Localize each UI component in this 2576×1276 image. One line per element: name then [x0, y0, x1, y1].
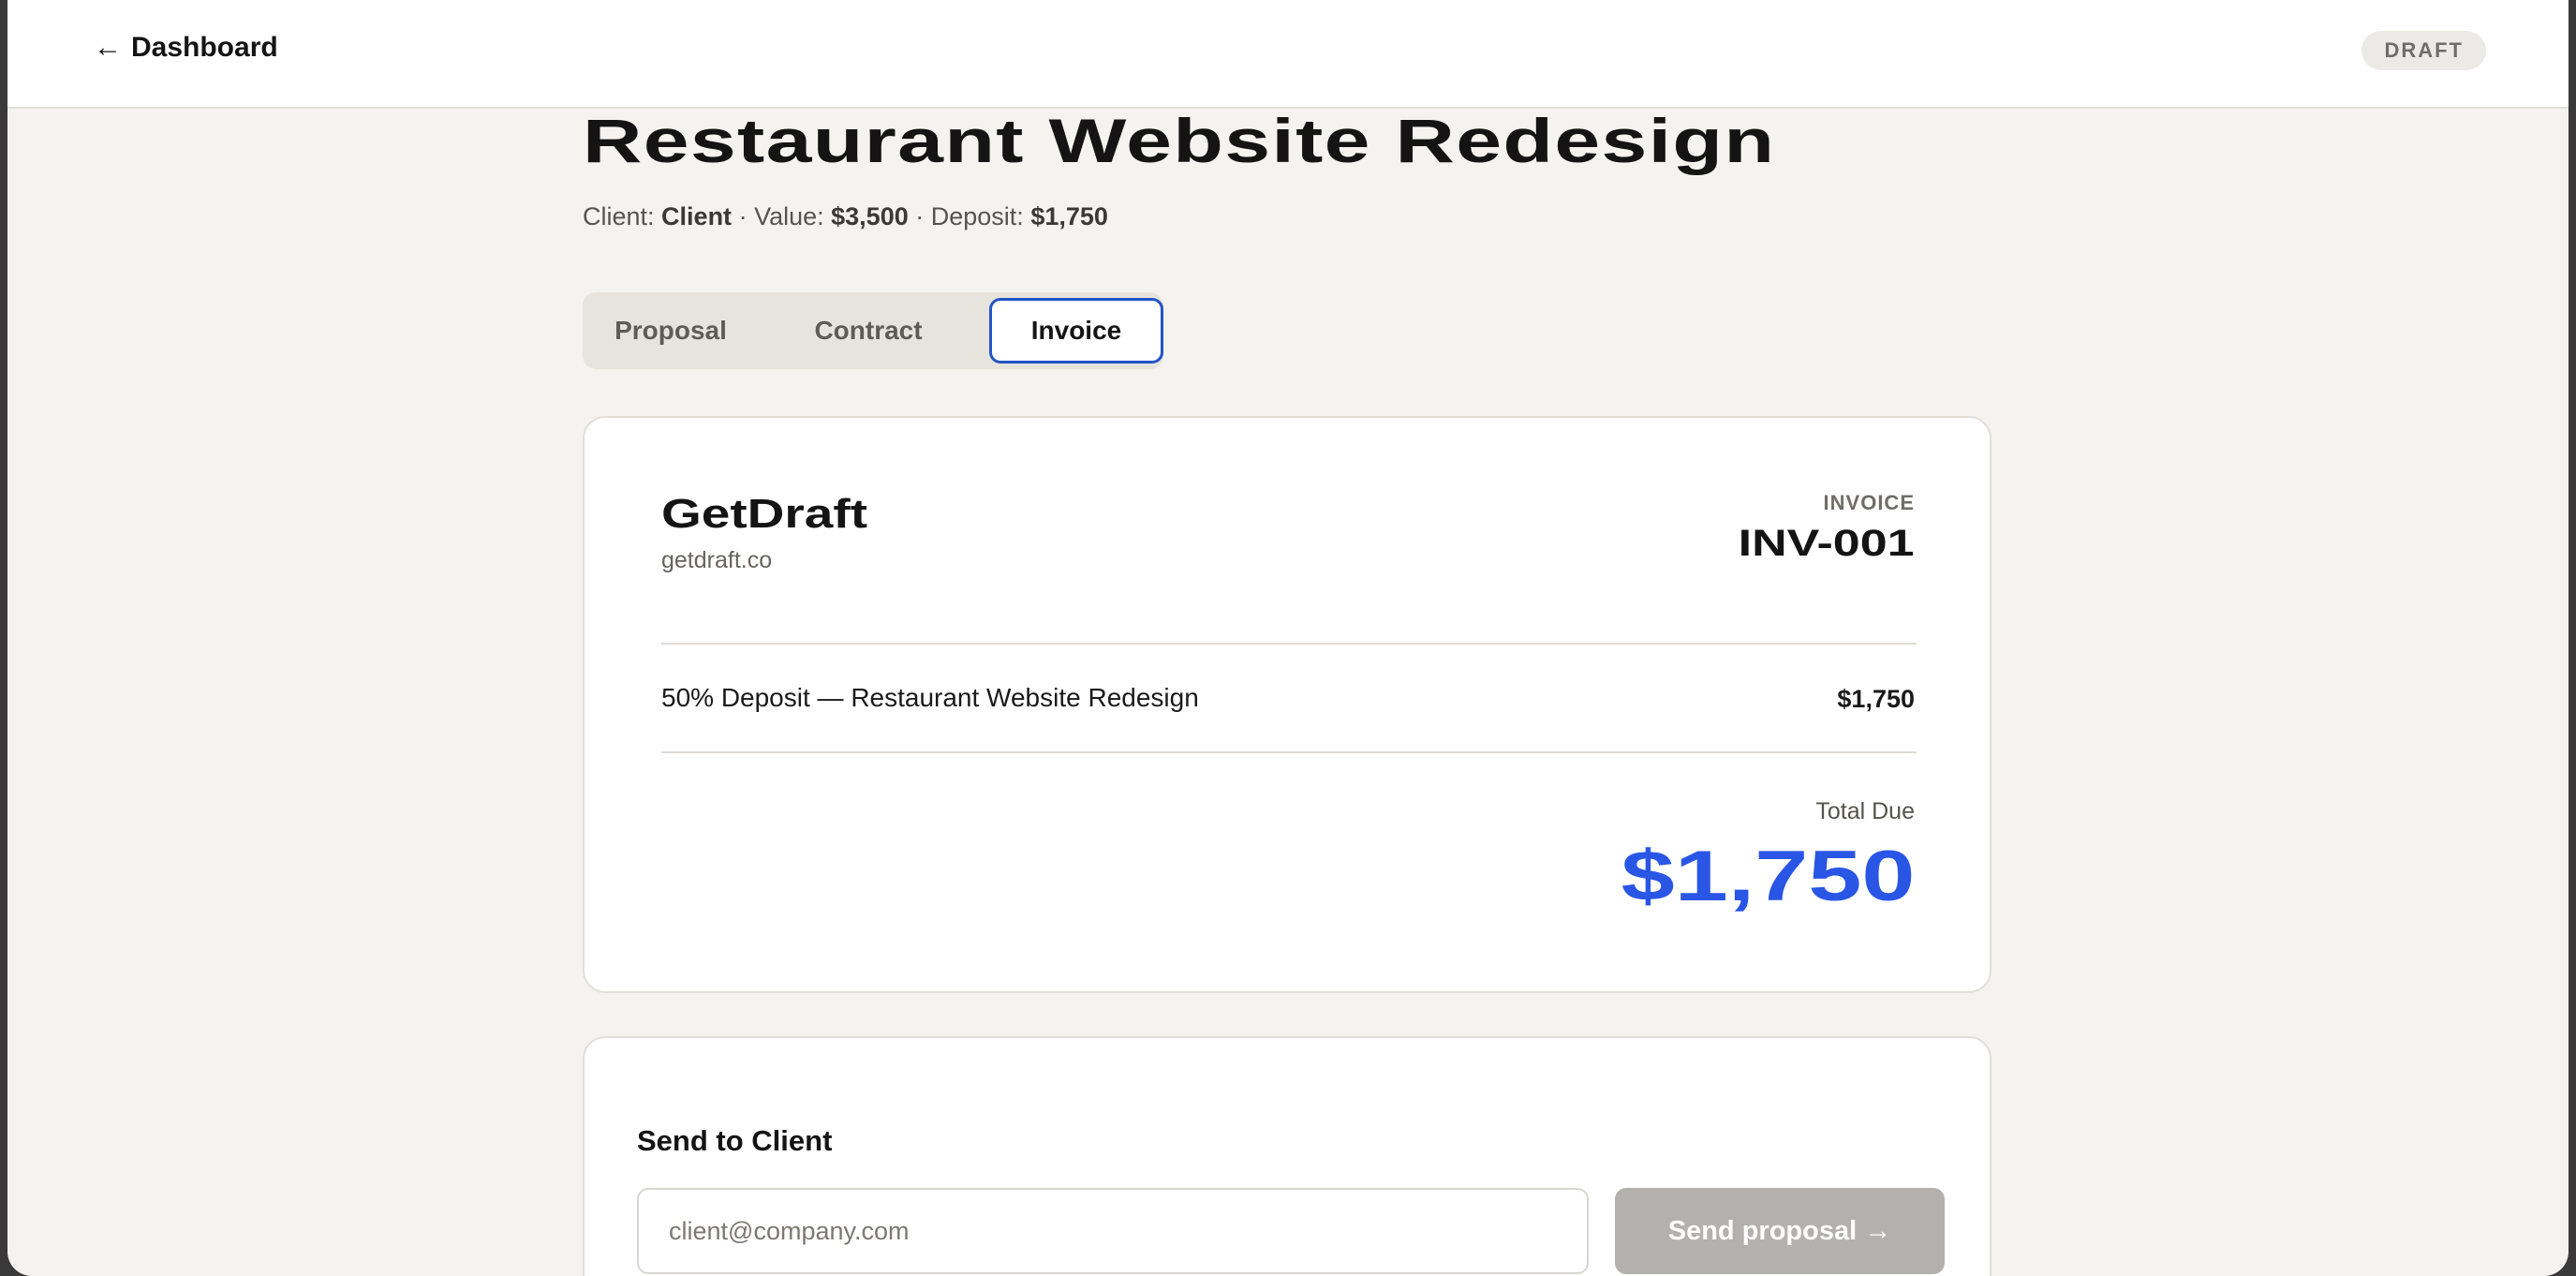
- client-label: Client:: [583, 202, 655, 230]
- project-deposit: $1,750: [1030, 202, 1108, 230]
- document-tabs: Proposal Contract Invoice: [583, 292, 1163, 369]
- status-badge: DRAFT: [2361, 31, 2486, 70]
- invoice-number: INV-001: [1739, 523, 1915, 564]
- invoice-label: INVOICE: [1823, 491, 1915, 514]
- brand-name: GetDraft: [661, 491, 868, 537]
- tab-contract[interactable]: Contract: [798, 300, 939, 362]
- send-to-client-card: Send to Client Send proposal →: [583, 1036, 1991, 1276]
- invoice-preview-card: GetDraft getdraft.co INVOICE INV-001 50%…: [583, 416, 1991, 993]
- back-to-dashboard-link[interactable]: ← Dashboard: [94, 32, 278, 64]
- top-bar: ← Dashboard DRAFT: [7, 0, 2569, 109]
- project-value: $3,500: [831, 202, 909, 230]
- project-meta: Client: Client · Value: $3,500 · Deposit…: [583, 202, 1108, 231]
- brand-url: getdraft.co: [661, 547, 773, 573]
- tab-proposal[interactable]: Proposal: [605, 300, 736, 362]
- value-label: · Value:: [738, 202, 824, 230]
- app-window: ← Dashboard DRAFT Restaurant Website Red…: [7, 0, 2569, 1276]
- arrow-left-icon: ←: [94, 32, 122, 63]
- divider: [661, 751, 1917, 753]
- line-item-amount: $1,750: [1837, 685, 1915, 713]
- client-email-input[interactable]: [637, 1188, 1589, 1274]
- total-due-amount: $1,750: [1621, 837, 1915, 916]
- divider: [661, 643, 1917, 645]
- deposit-label: · Deposit:: [915, 202, 1024, 230]
- send-proposal-button[interactable]: Send proposal →: [1615, 1188, 1945, 1274]
- back-link-label: Dashboard: [131, 32, 278, 63]
- client-name: Client: [661, 202, 733, 230]
- send-section-title: Send to Client: [637, 1124, 833, 1157]
- tab-invoice[interactable]: Invoice: [989, 298, 1163, 364]
- line-item-description: 50% Deposit — Restaurant Website Redesig…: [661, 683, 1199, 712]
- page-title: Restaurant Website Redesign: [583, 106, 1776, 175]
- total-due-label: Total Due: [1815, 798, 1915, 824]
